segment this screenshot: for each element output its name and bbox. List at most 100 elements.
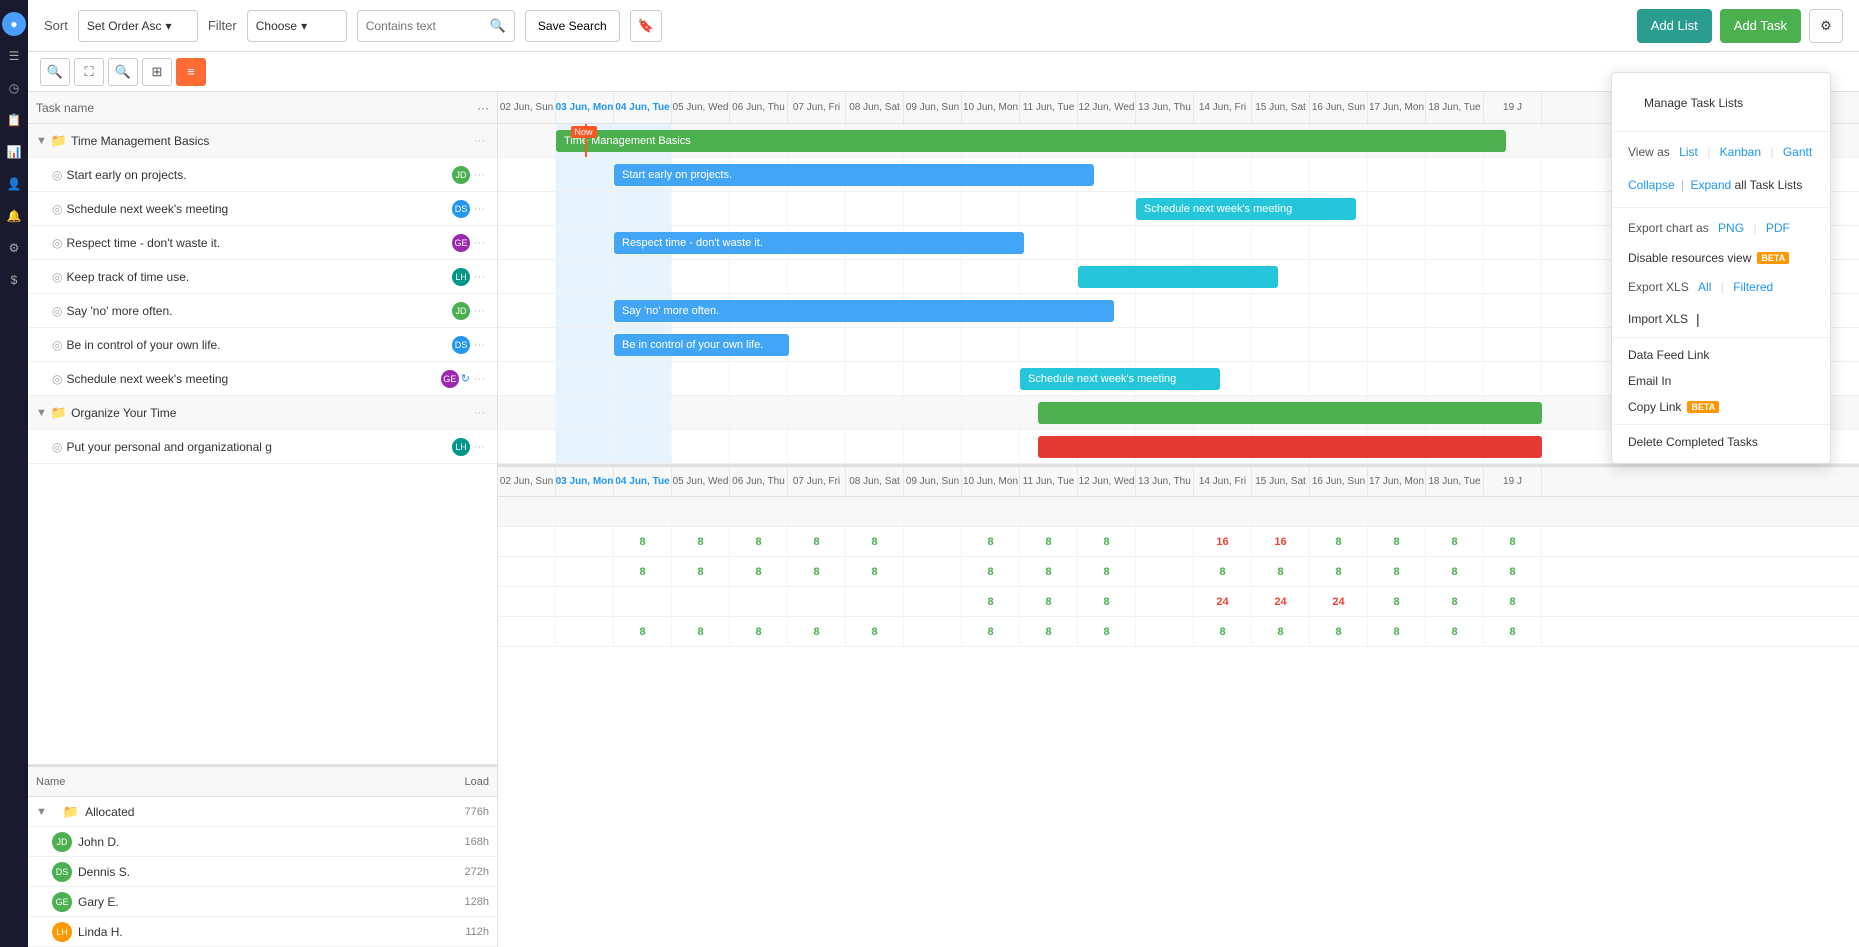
view-gantt-link[interactable]: Gantt	[1783, 145, 1812, 159]
res-cell-gary-12: 24	[1194, 587, 1252, 616]
task-bar-t2[interactable]: Schedule next week's meeting	[1136, 198, 1356, 220]
export-pdf-link[interactable]: PDF	[1766, 221, 1790, 235]
sidebar-icon-home[interactable]: ●	[2, 12, 26, 36]
gantt-cell	[1484, 158, 1542, 191]
filter-select[interactable]: Choose ▾	[247, 10, 347, 42]
task-bar-t6[interactable]: Be in control of your own life.	[614, 334, 789, 356]
manage-task-lists-item[interactable]: Manage Task Lists	[1628, 87, 1814, 121]
task-actions-t5[interactable]: ···	[470, 305, 489, 317]
group-name-organize: Organize Your Time	[71, 406, 470, 420]
save-search-button[interactable]: Save Search	[525, 10, 620, 42]
resource-collapse-icon[interactable]: ▼	[36, 806, 47, 818]
group-actions-2[interactable]: ···	[470, 407, 489, 419]
resource-gantt-divider: 02 Jun, Sun 03 Jun, Mon 04 Jun, Tue 05 J…	[498, 464, 1859, 647]
sort-select[interactable]: Set Order Asc ▾	[78, 10, 198, 42]
topbar: Sort Set Order Asc ▾ Filter Choose ▾ 🔍 S…	[28, 0, 1859, 52]
task-check-icon[interactable]: ◎	[52, 236, 62, 250]
task-check-icon[interactable]: ◎	[52, 372, 62, 386]
avatar-t8: LH	[452, 438, 470, 456]
res-cell-john-3: 8	[672, 527, 730, 556]
gantt-cell	[1368, 192, 1426, 225]
task-actions-t8[interactable]: ···	[470, 441, 489, 453]
export-all-link[interactable]: All	[1698, 280, 1711, 294]
sidebar-icon-chart[interactable]: 📊	[2, 140, 26, 164]
task-actions-t1[interactable]: ···	[470, 169, 489, 181]
delete-completed-item[interactable]: Delete Completed Tasks	[1612, 429, 1830, 455]
collapse-link[interactable]: Collapse	[1628, 178, 1675, 192]
search-input-wrap[interactable]: 🔍	[357, 10, 515, 42]
group-row-organize: ▼ 📁 Organize Your Time ···	[28, 396, 497, 430]
task-check-icon[interactable]: ◎	[52, 304, 62, 318]
task-row: ◎ Be in control of your own life. DS ···	[28, 328, 497, 362]
task-check-icon[interactable]: ◎	[52, 338, 62, 352]
group-row-time-management: ▼ 📁 Time Management Basics ···	[28, 124, 497, 158]
res-cell-john-6: 8	[846, 527, 904, 556]
grid-view-button[interactable]: ⊞	[142, 58, 172, 86]
task-actions-t4[interactable]: ···	[470, 271, 489, 283]
search-input[interactable]	[366, 19, 486, 33]
task-bar-t1[interactable]: Start early on projects.	[614, 164, 1094, 186]
export-png-link[interactable]: PNG	[1718, 221, 1744, 235]
copy-link-beta-badge: BETA	[1687, 401, 1719, 413]
task-bar-group1[interactable]: Time Management Basics	[556, 130, 1506, 152]
gantt-cell	[962, 396, 1020, 429]
settings-gear-button[interactable]: ⚙	[1809, 9, 1843, 43]
task-check-icon[interactable]: ◎	[52, 168, 62, 182]
task-bar-group2[interactable]	[1038, 402, 1542, 424]
task-bar-t8[interactable]	[1038, 436, 1542, 458]
res-date-8: 10 Jun, Mon	[962, 467, 1020, 496]
task-check-icon[interactable]: ◎	[52, 440, 62, 454]
data-feed-link-item[interactable]: Data Feed Link	[1612, 342, 1830, 368]
gantt-cell	[672, 260, 730, 293]
resource-data-gary: - - - - - - - - 8 8 8 - 24 24 24	[498, 587, 1859, 617]
group-collapse-icon[interactable]: ▼	[36, 135, 47, 147]
avatar-t2: DS	[452, 200, 470, 218]
res-cell: -	[904, 587, 962, 616]
add-list-button[interactable]: Add List	[1637, 9, 1712, 43]
task-bar-t5[interactable]: Say 'no' more often.	[614, 300, 1114, 322]
import-xls-item[interactable]: Import XLS |	[1612, 305, 1830, 333]
zoom-out-button[interactable]: 🔍	[40, 58, 70, 86]
expand-link[interactable]: Expand	[1691, 178, 1732, 192]
sidebar-icon-user[interactable]: 👤	[2, 172, 26, 196]
task-actions-t6[interactable]: ···	[470, 339, 489, 351]
sidebar-icon-clock[interactable]: ◷	[2, 76, 26, 100]
task-bar-t4[interactable]	[1078, 266, 1278, 288]
list-view-button[interactable]: ≡	[176, 58, 206, 86]
view-list-link[interactable]: List	[1679, 145, 1698, 159]
date-col-1: 03 Jun, Mon	[556, 92, 614, 123]
task-bar-t3[interactable]: Respect time - don't waste it.	[614, 232, 1024, 254]
date-col-10: 12 Jun, Wed	[1078, 92, 1136, 123]
gantt-cell	[1484, 328, 1542, 361]
fit-button[interactable]: ⛶	[74, 58, 104, 86]
task-header-actions[interactable]: ···	[477, 101, 489, 115]
zoom-in-button[interactable]: 🔍	[108, 58, 138, 86]
resource-name-linda: Linda H.	[78, 925, 443, 939]
task-actions-t3[interactable]: ···	[470, 237, 489, 249]
sidebar-icon-menu[interactable]: ☰	[2, 44, 26, 68]
task-actions-t7[interactable]: ···	[470, 373, 489, 385]
view-kanban-link[interactable]: Kanban	[1720, 145, 1761, 159]
task-check-icon[interactable]: ◎	[52, 270, 62, 284]
res-cell-dennis-15: 8	[1368, 557, 1426, 586]
disable-resources-item[interactable]: Disable resources view BETA	[1612, 245, 1830, 271]
task-check-icon[interactable]: ◎	[52, 202, 62, 216]
res-cell-dennis-9: 8	[1020, 557, 1078, 586]
email-in-item[interactable]: Email In	[1612, 368, 1830, 394]
copy-link-item[interactable]: Copy Link BETA	[1612, 394, 1830, 420]
sidebar-icon-tasks[interactable]: 📋	[2, 108, 26, 132]
bookmark-icon-btn[interactable]: 🔖	[630, 10, 662, 42]
add-task-button[interactable]: Add Task	[1720, 9, 1801, 43]
group-collapse-icon-2[interactable]: ▼	[36, 407, 47, 419]
sidebar-icon-bell[interactable]: 🔔	[2, 204, 26, 228]
sidebar-icon-billing[interactable]: $	[2, 268, 26, 292]
res-date-15: 17 Jun, Mon	[1368, 467, 1426, 496]
sidebar-icon-settings[interactable]: ⚙	[2, 236, 26, 260]
task-bar-t7[interactable]: Schedule next week's meeting	[1020, 368, 1220, 390]
group-actions[interactable]: ···	[470, 135, 489, 147]
gantt-cell	[1194, 226, 1252, 259]
gantt-container: Task name ··· ▼ 📁 Time Management Basics…	[28, 92, 1859, 947]
export-filtered-link[interactable]: Filtered	[1733, 280, 1773, 294]
task-actions-t2[interactable]: ···	[470, 203, 489, 215]
dropdown-divider-2	[1612, 207, 1830, 208]
